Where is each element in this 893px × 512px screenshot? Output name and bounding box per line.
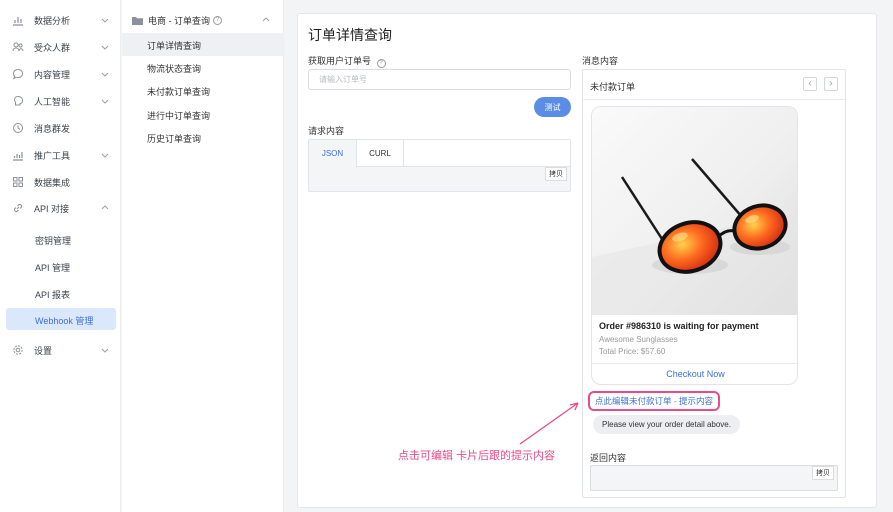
order-number-input[interactable] — [308, 69, 571, 90]
tab-json[interactable]: JSON — [309, 140, 357, 168]
brain-icon — [13, 95, 24, 106]
copy-request-button[interactable]: 拷贝 — [545, 167, 567, 181]
nav-sub-api-manage[interactable]: API 管理 — [35, 261, 70, 274]
page-title: 订单详情查询 — [308, 27, 392, 43]
nav-sub-webhook-label: Webhook 管理 — [35, 316, 94, 326]
test-button[interactable]: 测试 — [534, 97, 571, 117]
chevron-up-icon[interactable] — [262, 16, 270, 22]
annotation-text: 点击可编辑 卡片后跟的提示内容 — [398, 450, 556, 462]
nav-label: 人工智能 — [34, 96, 71, 107]
request-tabs: JSON CURL 拷贝 — [308, 139, 571, 192]
preview-title: 未付款订单 — [590, 82, 636, 92]
bar-chart-icon — [13, 17, 23, 26]
card-subtitle: Awesome Sunglasses — [599, 335, 678, 344]
nav-label: API 对接 — [34, 203, 70, 214]
nav-item-broadcast[interactable]: 消息群发 — [0, 116, 121, 140]
sub-item-unpaid[interactable]: 未付款订单查询 — [122, 79, 283, 102]
order-number-label-text: 获取用户订单号 — [308, 56, 372, 66]
order-number-label: 获取用户订单号 ? — [308, 54, 386, 68]
nav-item-content[interactable]: 内容管理 — [0, 62, 121, 86]
nav-label: 数据集成 — [34, 177, 71, 188]
folder-header[interactable]: 电商 - 订单查询 ? — [132, 14, 222, 27]
card-divider — [592, 363, 797, 364]
main-sidebar: 数据分析 受众人群 内容管理 人工智能 消息群发 推广工具 数据集成 API 对… — [0, 0, 121, 512]
nav-item-integration[interactable]: 数据集成 — [0, 170, 121, 194]
link-icon — [14, 204, 22, 212]
sub-item-label: 未付款订单查询 — [147, 87, 211, 97]
nav-label: 受众人群 — [34, 42, 71, 53]
sub-item-in-progress[interactable]: 进行中订单查询 — [122, 103, 283, 126]
prev-arrow-icon[interactable]: ‹ — [803, 77, 817, 91]
return-label: 返回内容 — [590, 453, 627, 463]
nav-item-analytics[interactable]: 数据分析 — [0, 8, 121, 32]
nav-sub-keys[interactable]: 密钥管理 — [35, 234, 71, 247]
sub-item-logistics[interactable]: 物流状态查询 — [122, 56, 283, 79]
sub-sidebar: 电商 - 订单查询 ? 订单详情查询 物流状态查询 未付款订单查询 进行中订单查… — [122, 0, 284, 512]
chevron-down-icon — [101, 99, 109, 104]
nav-item-settings[interactable]: 设置 — [0, 338, 121, 362]
sub-item-label: 订单详情查询 — [147, 41, 202, 51]
main-panel: 订单详情查询 获取用户订单号 ? 测试 请求内容 JSON CURL 拷贝 消息… — [297, 13, 877, 508]
nav-label: 推广工具 — [34, 150, 71, 161]
reply-bubble: Please view your order detail above. — [593, 415, 740, 434]
chat-bubble-icon — [12, 68, 24, 80]
message-label: 消息内容 — [582, 56, 619, 66]
nav-label: 设置 — [34, 345, 53, 356]
grid-icon — [13, 177, 23, 187]
chart-growth-icon — [13, 152, 23, 161]
chevron-up-icon — [101, 205, 109, 210]
clock-icon — [13, 123, 23, 133]
nav-item-api[interactable]: API 对接 — [0, 196, 121, 220]
help-icon[interactable]: ? — [213, 16, 222, 25]
checkout-button[interactable]: Checkout Now — [592, 369, 797, 379]
help-icon[interactable]: ? — [376, 59, 386, 68]
chevron-down-icon — [101, 72, 109, 77]
card-price: Total Price: $57.60 — [599, 347, 666, 356]
sub-item-order-detail[interactable]: 订单详情查询 — [122, 33, 283, 56]
next-arrow-icon[interactable]: › — [824, 77, 838, 91]
order-card: Order #986310 is waiting for payment Awe… — [591, 106, 798, 385]
chevron-down-icon — [101, 45, 109, 50]
nav-label: 数据分析 — [34, 15, 71, 26]
users-icon — [12, 42, 24, 52]
chevron-down-icon — [101, 153, 109, 158]
preview-header: 未付款订单 ‹ › — [583, 70, 845, 100]
edit-prompt-link[interactable]: 点此编辑未付款订单 - 提示内容 — [588, 391, 721, 411]
nav-label: 消息群发 — [34, 123, 71, 134]
copy-return-button[interactable]: 拷贝 — [812, 466, 834, 480]
sub-item-label: 物流状态查询 — [147, 64, 202, 74]
nav-item-audience[interactable]: 受众人群 — [0, 35, 121, 59]
request-label: 请求内容 — [308, 126, 345, 136]
nav-item-promotion[interactable]: 推广工具 — [0, 143, 121, 167]
folder-title: 电商 - 订单查询 — [148, 16, 210, 26]
tab-curl[interactable]: CURL — [357, 140, 404, 167]
message-preview: 未付款订单 ‹ › Order #986310 is waiting for p… — [582, 69, 846, 498]
nav-item-ai[interactable]: 人工智能 — [0, 89, 121, 113]
sunglasses-image — [592, 107, 797, 315]
folder-icon — [132, 17, 143, 25]
nav-label: 内容管理 — [34, 69, 71, 80]
sub-item-label: 历史订单查询 — [147, 134, 202, 144]
sub-item-history[interactable]: 历史订单查询 — [122, 126, 283, 149]
card-title: Order #986310 is waiting for payment — [599, 321, 759, 331]
chevron-down-icon — [101, 348, 109, 353]
chevron-down-icon — [101, 18, 109, 23]
nav-sub-api-report[interactable]: API 报表 — [35, 288, 70, 301]
sub-item-label: 进行中订单查询 — [147, 111, 211, 121]
return-content-box[interactable]: 拷贝 — [590, 465, 838, 491]
gear-icon — [13, 345, 23, 355]
